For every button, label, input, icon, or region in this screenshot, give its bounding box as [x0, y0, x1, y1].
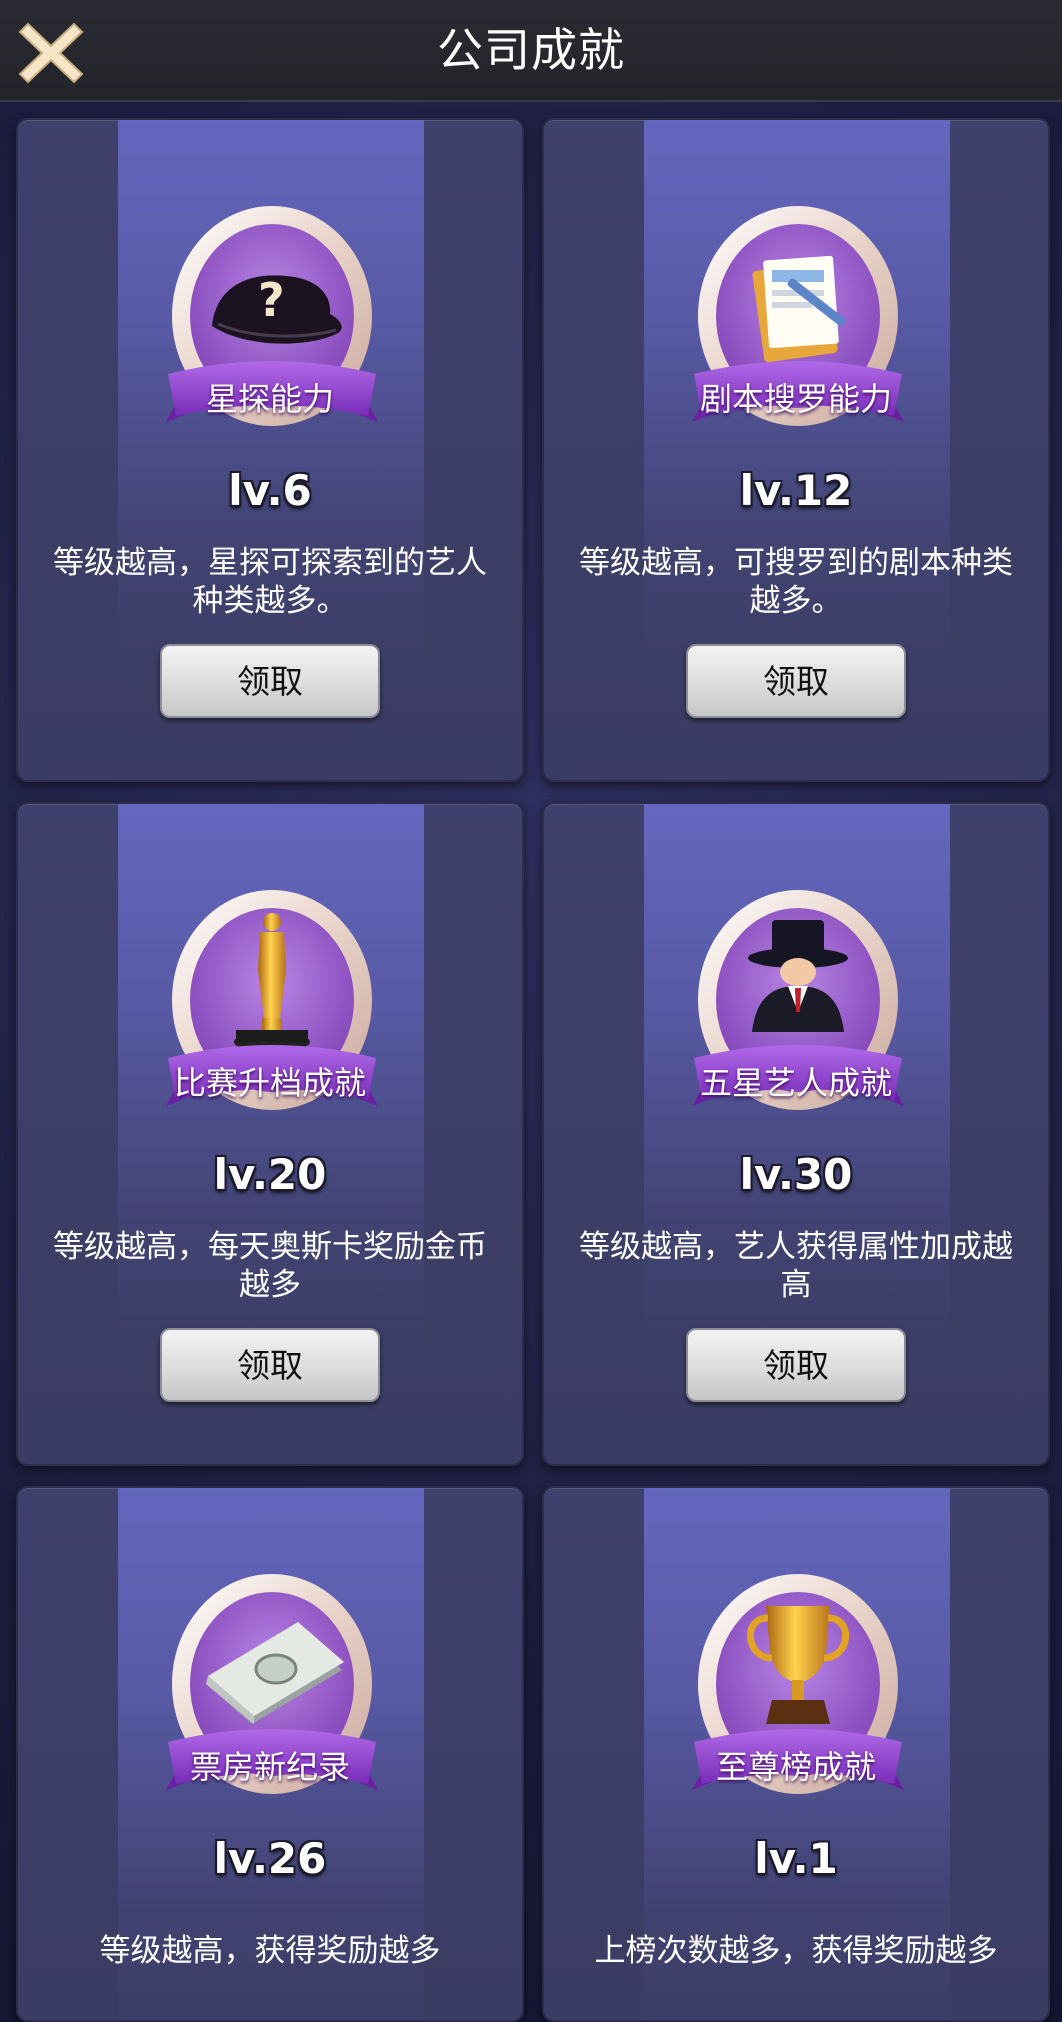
page-title: 公司成就 [437, 23, 625, 77]
achievement-level: lv.1 [754, 1834, 838, 1883]
achievement-description: 等级越高，艺人获得属性加成越高 [579, 1229, 1013, 1303]
achievement-level: lv.6 [228, 466, 312, 515]
achievement-description: 等级越高，星探可探索到的艺人种类越多。 [53, 545, 487, 619]
achievement-level: lv.12 [739, 466, 853, 515]
achievement-description: 等级越高，可搜罗到的剧本种类越多。 [579, 545, 1013, 619]
achievement-level: lv.26 [213, 1834, 327, 1883]
achievement-label: 五星艺人成就 [699, 1064, 892, 1102]
achievement-label: 票房新纪录 [189, 1748, 350, 1786]
achievement-card-five-star: 五星艺人成就 lv.30 等级越高，艺人获得属性加成越高 领取 [542, 802, 1050, 1466]
achievement-label: 剧本搜罗能力 [699, 380, 892, 418]
claim-button[interactable]: 领取 [686, 644, 906, 718]
achievement-card-contest: 比赛升档成就 lv.20 等级越高，每天奥斯卡奖励金币越多 领取 [16, 802, 524, 1466]
claim-button[interactable]: 领取 [160, 1328, 380, 1402]
script-papers-icon [752, 255, 846, 363]
achievement-label: 星探能力 [205, 380, 334, 418]
achievement-label: 比赛升档成就 [173, 1064, 366, 1102]
achievement-card-supreme: 至尊榜成就 lv.1 上榜次数越多，获得奖励越多 [542, 1486, 1050, 2022]
achievement-level: lv.20 [213, 1150, 327, 1199]
achievement-level: lv.30 [739, 1150, 853, 1199]
achievement-label: 至尊榜成就 [715, 1748, 876, 1786]
claim-button[interactable]: 领取 [686, 1328, 906, 1402]
achievement-description: 等级越高，获得奖励越多 [99, 1933, 441, 1969]
svg-text:?: ? [258, 273, 285, 327]
achievement-description: 等级越高，每天奥斯卡奖励金币越多 [53, 1229, 487, 1303]
achievement-card-box-office: 票房新纪录 lv.26 等级越高，获得奖励越多 [16, 1486, 524, 2022]
achievement-description: 上榜次数越多，获得奖励越多 [594, 1933, 998, 1969]
achievement-card-scout: ? 星探能力 lv.6 等级越高，星探可探索到的艺人种类越多。 领取 [16, 118, 524, 782]
achievement-card-script: 剧本搜罗能力 lv.12 等级越高，可搜罗到的剧本种类越多。 领取 [542, 118, 1050, 782]
top-bar: 公司成就 [0, 0, 1062, 102]
claim-button[interactable]: 领取 [160, 644, 380, 718]
